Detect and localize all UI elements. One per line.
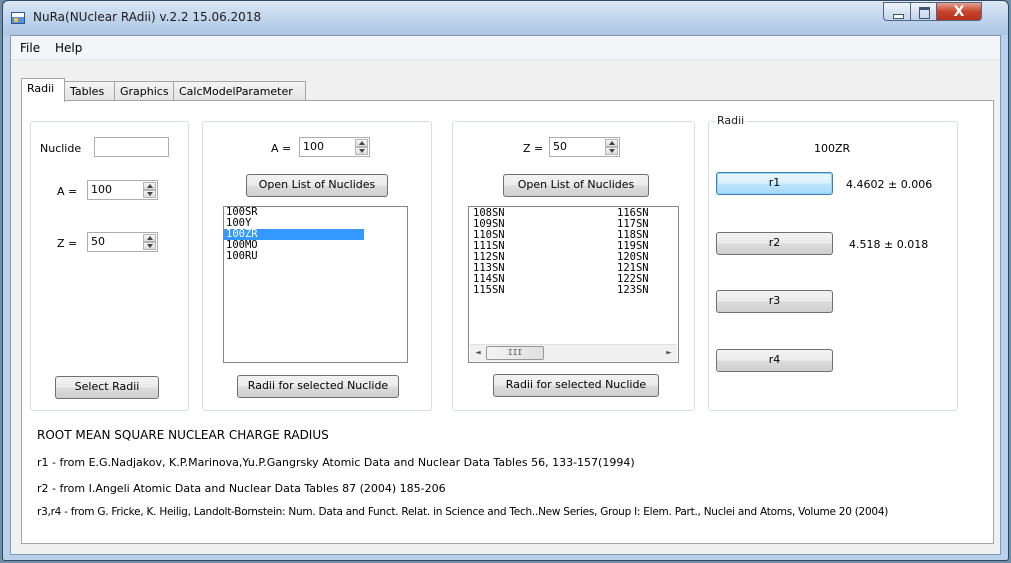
list-item[interactable]: 123SN xyxy=(615,285,649,296)
list-column: 108SN 109SN 110SN 111SN 112SN 113SN 114S… xyxy=(471,208,505,296)
app-icon xyxy=(11,12,25,24)
spin-up-icon[interactable] xyxy=(143,182,156,190)
title-bar[interactable]: NuRa(NUclear RAdii) v.2.2 15.06.2018 X xyxy=(3,1,1008,35)
close-button[interactable]: X xyxy=(936,2,982,21)
tab-graphics[interactable]: Graphics xyxy=(114,81,174,101)
selected-nuclide-label: 100ZR xyxy=(814,142,851,155)
z-spinner[interactable]: 50 xyxy=(549,137,620,157)
menu-bar: File Help xyxy=(11,36,1000,60)
open-nuclide-list-button[interactable]: Open List of Nuclides xyxy=(503,174,649,197)
isobar-nuclide-list[interactable]: 100SR 100Y 100ZR 100MO 100RU xyxy=(223,206,408,363)
list-column: 116SN 117SN 118SN 119SN 120SN 121SN 122S… xyxy=(615,208,649,296)
isobar-group: A = 100 Open List of Nuclides 100SR 100Y… xyxy=(202,121,432,411)
close-icon: X xyxy=(953,4,965,20)
spin-up-icon[interactable] xyxy=(355,139,368,147)
isotope-group: Z = 50 Open List of Nuclides 108SN 109SN… xyxy=(452,121,695,411)
a-spinner-value: 100 xyxy=(91,183,112,196)
nuclide-input[interactable] xyxy=(94,137,169,157)
a-spinner[interactable]: 100 xyxy=(299,137,370,157)
spin-down-icon[interactable] xyxy=(355,147,368,155)
spin-down-icon[interactable] xyxy=(143,190,156,198)
reference-r3-r4: r3,r4 - from G. Fricke, K. Heilig, Lando… xyxy=(37,506,889,518)
spin-down-icon[interactable] xyxy=(605,147,618,155)
reference-r2: r2 - from I.Angeli Atomic Data and Nucle… xyxy=(37,482,446,495)
app-window: NuRa(NUclear RAdii) v.2.2 15.06.2018 X F… xyxy=(2,0,1009,561)
r1-value: 4.4602 ± 0.006 xyxy=(846,178,933,191)
tab-radii[interactable]: Radii xyxy=(21,78,65,102)
scroll-thumb[interactable]: III xyxy=(486,346,544,360)
radii-tab-panel: Nuclide A = 100 Z = 50 Select Radii A = … xyxy=(21,100,994,544)
r4-button[interactable]: r4 xyxy=(716,349,833,372)
r3-button[interactable]: r3 xyxy=(716,290,833,313)
minimize-button[interactable] xyxy=(883,2,911,21)
a-spinner-value: 100 xyxy=(303,140,324,153)
menu-file[interactable]: File xyxy=(20,41,40,55)
r1-button[interactable]: r1 xyxy=(716,172,833,195)
a-label: A = xyxy=(271,142,292,155)
scroll-left-icon[interactable]: ◄ xyxy=(472,347,484,360)
menu-help[interactable]: Help xyxy=(55,41,82,55)
maximize-button[interactable] xyxy=(910,2,937,21)
z-spinner-value: 50 xyxy=(553,140,567,153)
z-spinner-value: 50 xyxy=(91,235,105,248)
spin-down-icon[interactable] xyxy=(143,242,156,250)
z-label: Z = xyxy=(523,142,544,155)
radii-group: Radii 100ZR r1 4.4602 ± 0.006 r2 4.518 ±… xyxy=(708,114,958,411)
list-item[interactable]: 100RU xyxy=(224,251,407,262)
select-radii-button[interactable]: Select Radii xyxy=(55,376,159,399)
scroll-right-icon[interactable]: ► xyxy=(663,347,675,360)
references-heading: ROOT MEAN SQUARE NUCLEAR CHARGE RADIUS xyxy=(37,428,329,442)
z-spinner[interactable]: 50 xyxy=(87,232,158,252)
r2-value: 4.518 ± 0.018 xyxy=(849,238,929,251)
a-label: A = xyxy=(57,185,78,198)
nuclide-selector-group: Nuclide A = 100 Z = 50 Select Radii xyxy=(30,121,189,411)
r2-button[interactable]: r2 xyxy=(716,232,833,255)
radii-group-legend: Radii xyxy=(715,114,747,127)
client-area: File Help Radii Tables Graphics CalcMode… xyxy=(10,35,1001,555)
reference-r1: r1 - from E.G.Nadjakov, K.P.Marinova,Yu.… xyxy=(37,456,635,469)
nuclide-label: Nuclide xyxy=(40,142,82,155)
isotope-nuclide-list[interactable]: 108SN 109SN 110SN 111SN 112SN 113SN 114S… xyxy=(468,206,679,363)
horizontal-scrollbar[interactable]: ◄ III ► xyxy=(470,344,677,361)
tab-tables[interactable]: Tables xyxy=(64,81,115,101)
tab-calcmodelparameter[interactable]: CalcModelParameter xyxy=(173,81,306,101)
radii-for-selected-button[interactable]: Radii for selected Nuclide xyxy=(493,374,659,397)
open-nuclide-list-button[interactable]: Open List of Nuclides xyxy=(246,174,388,197)
a-spinner[interactable]: 100 xyxy=(87,180,158,200)
spin-up-icon[interactable] xyxy=(605,139,618,147)
list-item[interactable]: 115SN xyxy=(471,285,505,296)
z-label: Z = xyxy=(57,237,78,250)
spin-up-icon[interactable] xyxy=(143,234,156,242)
window-title: NuRa(NUclear RAdii) v.2.2 15.06.2018 xyxy=(33,10,262,24)
list-item[interactable]: 100SR xyxy=(224,207,407,218)
radii-for-selected-button[interactable]: Radii for selected Nuclide xyxy=(237,375,399,398)
